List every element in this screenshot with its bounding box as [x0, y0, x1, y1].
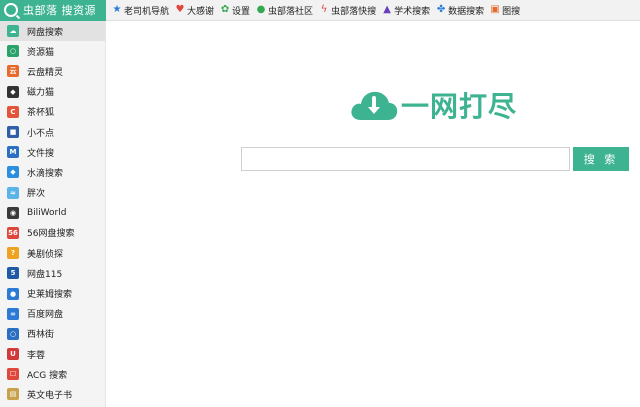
nav-link-label: 老司机导航 — [124, 6, 170, 17]
nav-link-1[interactable]: ♥ 大感谢 — [175, 4, 215, 17]
magnifier-logo-icon — [4, 3, 18, 17]
site-logo: 一网打尽 — [349, 85, 517, 125]
sidebar-item-label: 水滴搜索 — [27, 168, 64, 179]
main-content: 一网打尽 搜 索 — [106, 21, 640, 407]
sidebar-item-1[interactable]: ○ 资源猫 — [0, 41, 105, 61]
star-icon: ★ — [112, 4, 122, 15]
sidebar-item-6[interactable]: M 文件搜 — [0, 142, 105, 162]
sidebar-item-17[interactable]: ☐ ACG 搜索 — [0, 364, 105, 384]
badge-56-icon: 56 — [7, 226, 19, 239]
sidebar-item-label: 百度网盘 — [27, 310, 64, 321]
cloud-download-icon — [351, 91, 398, 120]
nav-link-label: 虫部落快搜 — [331, 6, 377, 17]
nav-link-6[interactable]: ✤ 数据搜索 — [436, 4, 484, 17]
top-nav: ★ 老司机导航 ♥ 大感谢 ✿ 设置 ● 虫部落社区 ϟ 虫部落快搜 ▲ 学术搜索 ✤ 数据搜索 ▣ 图搜 — [106, 0, 526, 21]
sidebar-item-label: 文件搜 — [27, 148, 55, 159]
sidebar-item-0[interactable]: ☁ 网盘搜索 — [0, 21, 105, 42]
sidebar-item-label: 美剧侦探 — [27, 249, 64, 260]
sidebar-item-4[interactable]: C 茶杯狐 — [0, 102, 105, 122]
graduation-cap-icon: ▲ — [383, 4, 391, 15]
sidebar-item-label: 史莱姆搜索 — [27, 290, 73, 301]
detective-icon: ? — [7, 247, 19, 260]
sidebar-item-label: 磁力猫 — [27, 88, 55, 99]
sidebar-item-label: ACG 搜索 — [27, 370, 68, 381]
nav-link-2[interactable]: ✿ 设置 — [220, 4, 250, 17]
data-cluster-icon: ✤ — [436, 4, 446, 15]
biliworld-icon: ◉ — [7, 206, 19, 219]
pants-icon: ≈ — [7, 186, 19, 199]
sidebar-item-11[interactable]: ? 美剧侦探 — [0, 243, 105, 263]
sidebar-item-10[interactable]: 56 56网盘搜索 — [0, 223, 105, 243]
sidebar-item-2[interactable]: 云云盘精灵 — [0, 61, 105, 81]
teacup-fox-icon: C — [7, 105, 19, 118]
ring-icon: ○ — [7, 327, 19, 340]
nav-link-4[interactable]: ϟ 虫部落快搜 — [319, 4, 376, 17]
sidebar-item-label: 西林街 — [27, 330, 55, 341]
sidebar-item-15[interactable]: ○ 西林街 — [0, 324, 105, 344]
sidebar-item-label: 英文电子书 — [27, 390, 73, 401]
sidebar-item-label: 网盘115 — [27, 269, 63, 280]
nav-link-label: 大感谢 — [187, 6, 215, 17]
water-drop-icon: ◆ — [7, 166, 19, 179]
chat-icon: ● — [256, 4, 266, 15]
baidu-cloud-icon: ∞ — [7, 307, 19, 320]
logo-title: 一网打尽 — [401, 90, 518, 123]
brand-logo-block[interactable]: 虫部落 搜资源 — [0, 0, 106, 21]
sidebar-item-label: 56网盘搜索 — [27, 229, 75, 240]
brand-title: 虫部落 搜资源 — [23, 4, 96, 17]
sidebar-item-18[interactable]: ▤ 英文电子书 — [0, 384, 105, 404]
sidebar-item-label: 小不点 — [27, 128, 55, 139]
search-button[interactable]: 搜 索 — [573, 147, 629, 171]
sidebar-item-8[interactable]: ≈ 胖次 — [0, 183, 105, 203]
search-cat-icon: ○ — [7, 45, 19, 58]
sidebar-item-label: 茶杯狐 — [27, 108, 55, 119]
sidebar: ☁ 网盘搜索 ○ 资源猫云云盘精灵 ◆ 磁力猫 C 茶杯狐 ■ 小不点 M 文件搜 ◆ 水滴搜索 ≈ 胖次 ◉ B… — [0, 21, 106, 407]
badge-5-icon: 5 — [7, 267, 19, 280]
sidebar-item-label: BiliWorld — [27, 207, 67, 218]
sidebar-item-5[interactable]: ■ 小不点 — [0, 122, 105, 142]
sidebar-item-16[interactable]: U 李蓉 — [0, 344, 105, 364]
nav-link-0[interactable]: ★ 老司机导航 — [112, 4, 170, 17]
nav-link-label: 数据搜索 — [448, 6, 485, 17]
magnet-icon: U — [7, 348, 19, 361]
sidebar-item-label: 李蓉 — [27, 350, 46, 361]
heart-icon: ♥ — [175, 4, 185, 15]
book-icon: ▤ — [7, 388, 19, 401]
sidebar-item-9[interactable]: ◉ BiliWorld — [0, 203, 105, 223]
cloud-icon: ☁ — [7, 25, 19, 38]
nav-link-5[interactable]: ▲ 学术搜索 — [382, 4, 430, 17]
dot-icon: ■ — [7, 126, 19, 139]
search-input[interactable] — [241, 147, 570, 171]
lightning-icon: ϟ — [320, 4, 328, 15]
nav-link-7[interactable]: ▣ 图搜 — [490, 4, 520, 17]
cloud-sprite-icon: 云 — [7, 65, 19, 78]
nav-link-label: 图搜 — [502, 6, 521, 17]
sidebar-item-13[interactable]: ● 史莱姆搜索 — [0, 283, 105, 303]
slime-icon: ● — [7, 287, 19, 300]
gear-icon: ✿ — [220, 4, 230, 15]
nav-link-label: 设置 — [232, 6, 251, 17]
sidebar-item-12[interactable]: 5 网盘115 — [0, 263, 105, 283]
sidebar-item-3[interactable]: ◆ 磁力猫 — [0, 82, 105, 102]
sidebar-item-7[interactable]: ◆ 水滴搜索 — [0, 162, 105, 182]
sidebar-item-label: 胖次 — [27, 189, 46, 200]
file-search-icon: M — [7, 146, 19, 159]
image-icon: ▣ — [490, 4, 500, 15]
sidebar-item-label: 网盘搜索 — [27, 27, 64, 38]
sidebar-item-label: 云盘精灵 — [27, 67, 64, 78]
acg-icon: ☐ — [7, 368, 19, 381]
nav-link-3[interactable]: ● 虫部落社区 — [256, 4, 313, 17]
sidebar-item-14[interactable]: ∞ 百度网盘 — [0, 304, 105, 324]
nav-link-label: 虫部落社区 — [268, 6, 314, 17]
nav-link-label: 学术搜索 — [394, 6, 431, 17]
sidebar-item-label: 资源猫 — [27, 47, 55, 58]
cat-icon: ◆ — [7, 85, 19, 98]
top-bar: 虫部落 搜资源 ★ 老司机导航 ♥ 大感谢 ✿ 设置 ● 虫部落社区 ϟ 虫部落快搜 ▲ 学术搜索 ✤ 数… — [0, 0, 640, 21]
